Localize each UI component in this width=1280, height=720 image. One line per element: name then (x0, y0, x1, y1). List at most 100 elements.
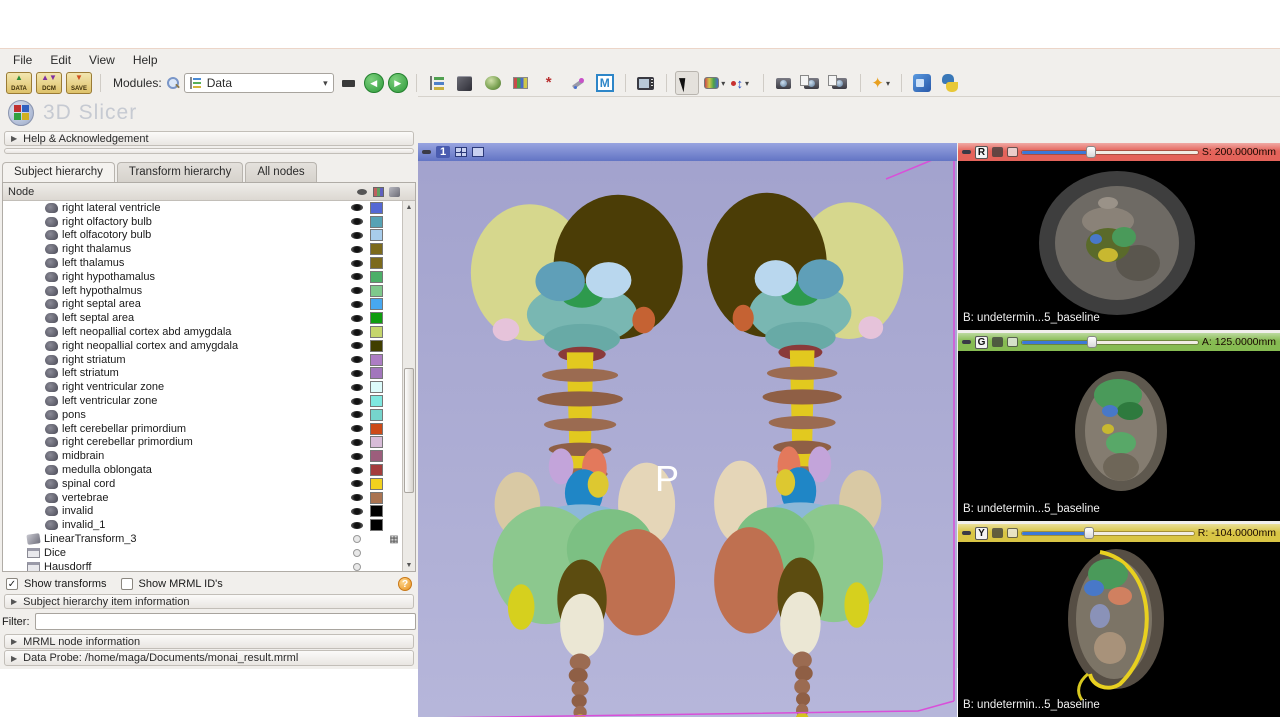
markups-button[interactable]: * (537, 71, 561, 95)
color-swatch[interactable] (370, 492, 383, 504)
tree-row[interactable]: spinal cord (3, 477, 402, 491)
color-swatch[interactable] (370, 354, 383, 366)
pin-icon[interactable] (962, 340, 971, 344)
slider-handle[interactable] (1087, 336, 1097, 348)
link-views-icon[interactable] (992, 337, 1003, 347)
visibility-closed-eye-icon[interactable] (353, 535, 361, 543)
crosshair-button[interactable]: ✦▾ (869, 71, 893, 95)
visibility-eye-icon[interactable] (351, 439, 363, 446)
tree-row[interactable]: left hypothalmus (3, 284, 402, 298)
visibility-eye-icon[interactable] (351, 411, 363, 418)
color-swatch[interactable] (370, 450, 383, 462)
green-slice-view[interactable]: G A: 125.0000mm B: undetermin...5_baseli… (958, 333, 1280, 521)
center-view-icon[interactable] (455, 147, 467, 157)
visibility-closed-eye-icon[interactable] (353, 549, 361, 557)
transform-grid-icon[interactable]: ▦ (386, 534, 402, 545)
maximize-view-icon[interactable] (1007, 337, 1018, 347)
tree-row[interactable]: Hausdorff (3, 560, 402, 572)
load-data-button[interactable]: ▲ DATA (6, 72, 32, 94)
axial-ct-slice-image[interactable] (958, 143, 1280, 330)
color-swatch[interactable] (370, 436, 383, 448)
tree-row[interactable]: right thalamus (3, 242, 402, 256)
red-slice-view[interactable]: R S: 200.0000mm B: undetermin...5_bas (958, 143, 1280, 330)
slider-handle[interactable] (1084, 527, 1094, 539)
maximize-view-icon[interactable] (472, 147, 484, 157)
visibility-eye-icon[interactable] (351, 232, 363, 239)
visibility-eye-icon[interactable] (351, 273, 363, 280)
module-selector-combobox[interactable]: Data ▾ (184, 73, 334, 93)
red-slice-controller-bar[interactable]: R S: 200.0000mm (958, 143, 1280, 161)
subject-hierarchy-toolbar-button[interactable] (425, 71, 449, 95)
volume-rendering-button[interactable] (453, 71, 477, 95)
visibility-eye-icon[interactable] (351, 398, 363, 405)
transforms-button[interactable] (565, 71, 589, 95)
tree-row[interactable]: left olfacotory bulb (3, 229, 402, 243)
mouse-mode-button[interactable] (675, 71, 699, 95)
yellow-slice-controller-bar[interactable]: Y R: -104.0000mm (958, 524, 1280, 542)
tree-row[interactable]: right septal area (3, 298, 402, 312)
visibility-eye-icon[interactable] (351, 480, 363, 487)
help-acknowledgement-section[interactable]: ▶ Help & Acknowledgement (4, 131, 414, 146)
show-transforms-checkbox[interactable]: ✓ (6, 578, 18, 590)
tab-subject-hierarchy[interactable]: Subject hierarchy (2, 162, 115, 182)
tree-scrollbar[interactable]: ▲ ▼ (402, 201, 415, 571)
tree-row[interactable]: invalid (3, 505, 402, 519)
tree-header[interactable]: Node (3, 183, 415, 201)
visibility-eye-icon[interactable] (351, 494, 363, 501)
module-history-button[interactable] (338, 73, 360, 93)
tree-row[interactable]: midbrain (3, 449, 402, 463)
scrollbar-thumb[interactable] (404, 368, 414, 494)
visibility-eye-icon[interactable] (351, 301, 363, 308)
color-swatch[interactable] (370, 478, 383, 490)
green-slice-controller-bar[interactable]: G A: 125.0000mm (958, 333, 1280, 351)
visibility-eye-icon[interactable] (351, 508, 363, 515)
color-swatch[interactable] (370, 285, 383, 297)
tree-row[interactable]: medulla oblongata (3, 463, 402, 477)
tree-row[interactable]: left septal area (3, 311, 402, 325)
transform-column-header-icon[interactable] (386, 187, 402, 197)
tree-row[interactable]: invalid_1 (3, 518, 402, 532)
color-swatch[interactable] (370, 464, 383, 476)
tree-row[interactable]: left ventricular zone (3, 394, 402, 408)
visibility-eye-icon[interactable] (351, 329, 363, 336)
visibility-eye-icon[interactable] (351, 522, 363, 529)
tree-row[interactable]: Dice (3, 546, 402, 560)
3d-rendering[interactable] (418, 143, 957, 717)
color-swatch[interactable] (370, 216, 383, 228)
module-back-button[interactable]: ◀ (364, 73, 384, 93)
pin-icon[interactable] (962, 150, 971, 154)
menu-edit[interactable]: Edit (41, 51, 80, 69)
visibility-eye-icon[interactable] (351, 287, 363, 294)
visibility-eye-icon[interactable] (351, 356, 363, 363)
mrml-node-information-section[interactable]: ▶ MRML node information (4, 634, 414, 649)
tree-row[interactable]: right ventricular zone (3, 380, 402, 394)
filter-input[interactable] (35, 613, 417, 630)
threed-view[interactable]: 1 (418, 143, 957, 717)
color-swatch[interactable] (370, 271, 383, 283)
slider-handle[interactable] (1086, 146, 1096, 158)
menu-view[interactable]: View (80, 51, 124, 69)
slice-offset-slider[interactable] (1022, 336, 1198, 348)
python-console-button[interactable] (938, 71, 962, 95)
tree-row[interactable]: right hypothamalus (3, 270, 402, 284)
color-swatch[interactable] (370, 229, 383, 241)
segmentations-button[interactable] (481, 71, 505, 95)
sagittal-ct-slice-image[interactable] (958, 524, 1280, 717)
tree-row[interactable]: vertebrae (3, 491, 402, 505)
monai-module-button[interactable]: M (593, 71, 617, 95)
visibility-eye-icon[interactable] (351, 204, 363, 211)
tree-row[interactable]: right striatum (3, 353, 402, 367)
color-swatch[interactable] (370, 367, 383, 379)
scene-view-capture-button[interactable] (800, 71, 824, 95)
place-point-button[interactable]: ↕▾ (731, 71, 755, 95)
tree-row[interactable]: left cerebellar primordium (3, 422, 402, 436)
visibility-eye-icon[interactable] (351, 342, 363, 349)
capture-view-button[interactable] (634, 71, 658, 95)
color-swatch[interactable] (370, 312, 383, 324)
tab-transform-hierarchy[interactable]: Transform hierarchy (117, 162, 243, 182)
load-dicom-button[interactable]: ▲▼ DCM (36, 72, 62, 94)
data-probe-section[interactable]: ▶ Data Probe: /home/maga/Documents/monai… (4, 650, 414, 666)
maximize-view-icon[interactable] (1007, 528, 1018, 538)
show-mrml-ids-checkbox[interactable] (121, 578, 133, 590)
visibility-eye-icon[interactable] (351, 384, 363, 391)
